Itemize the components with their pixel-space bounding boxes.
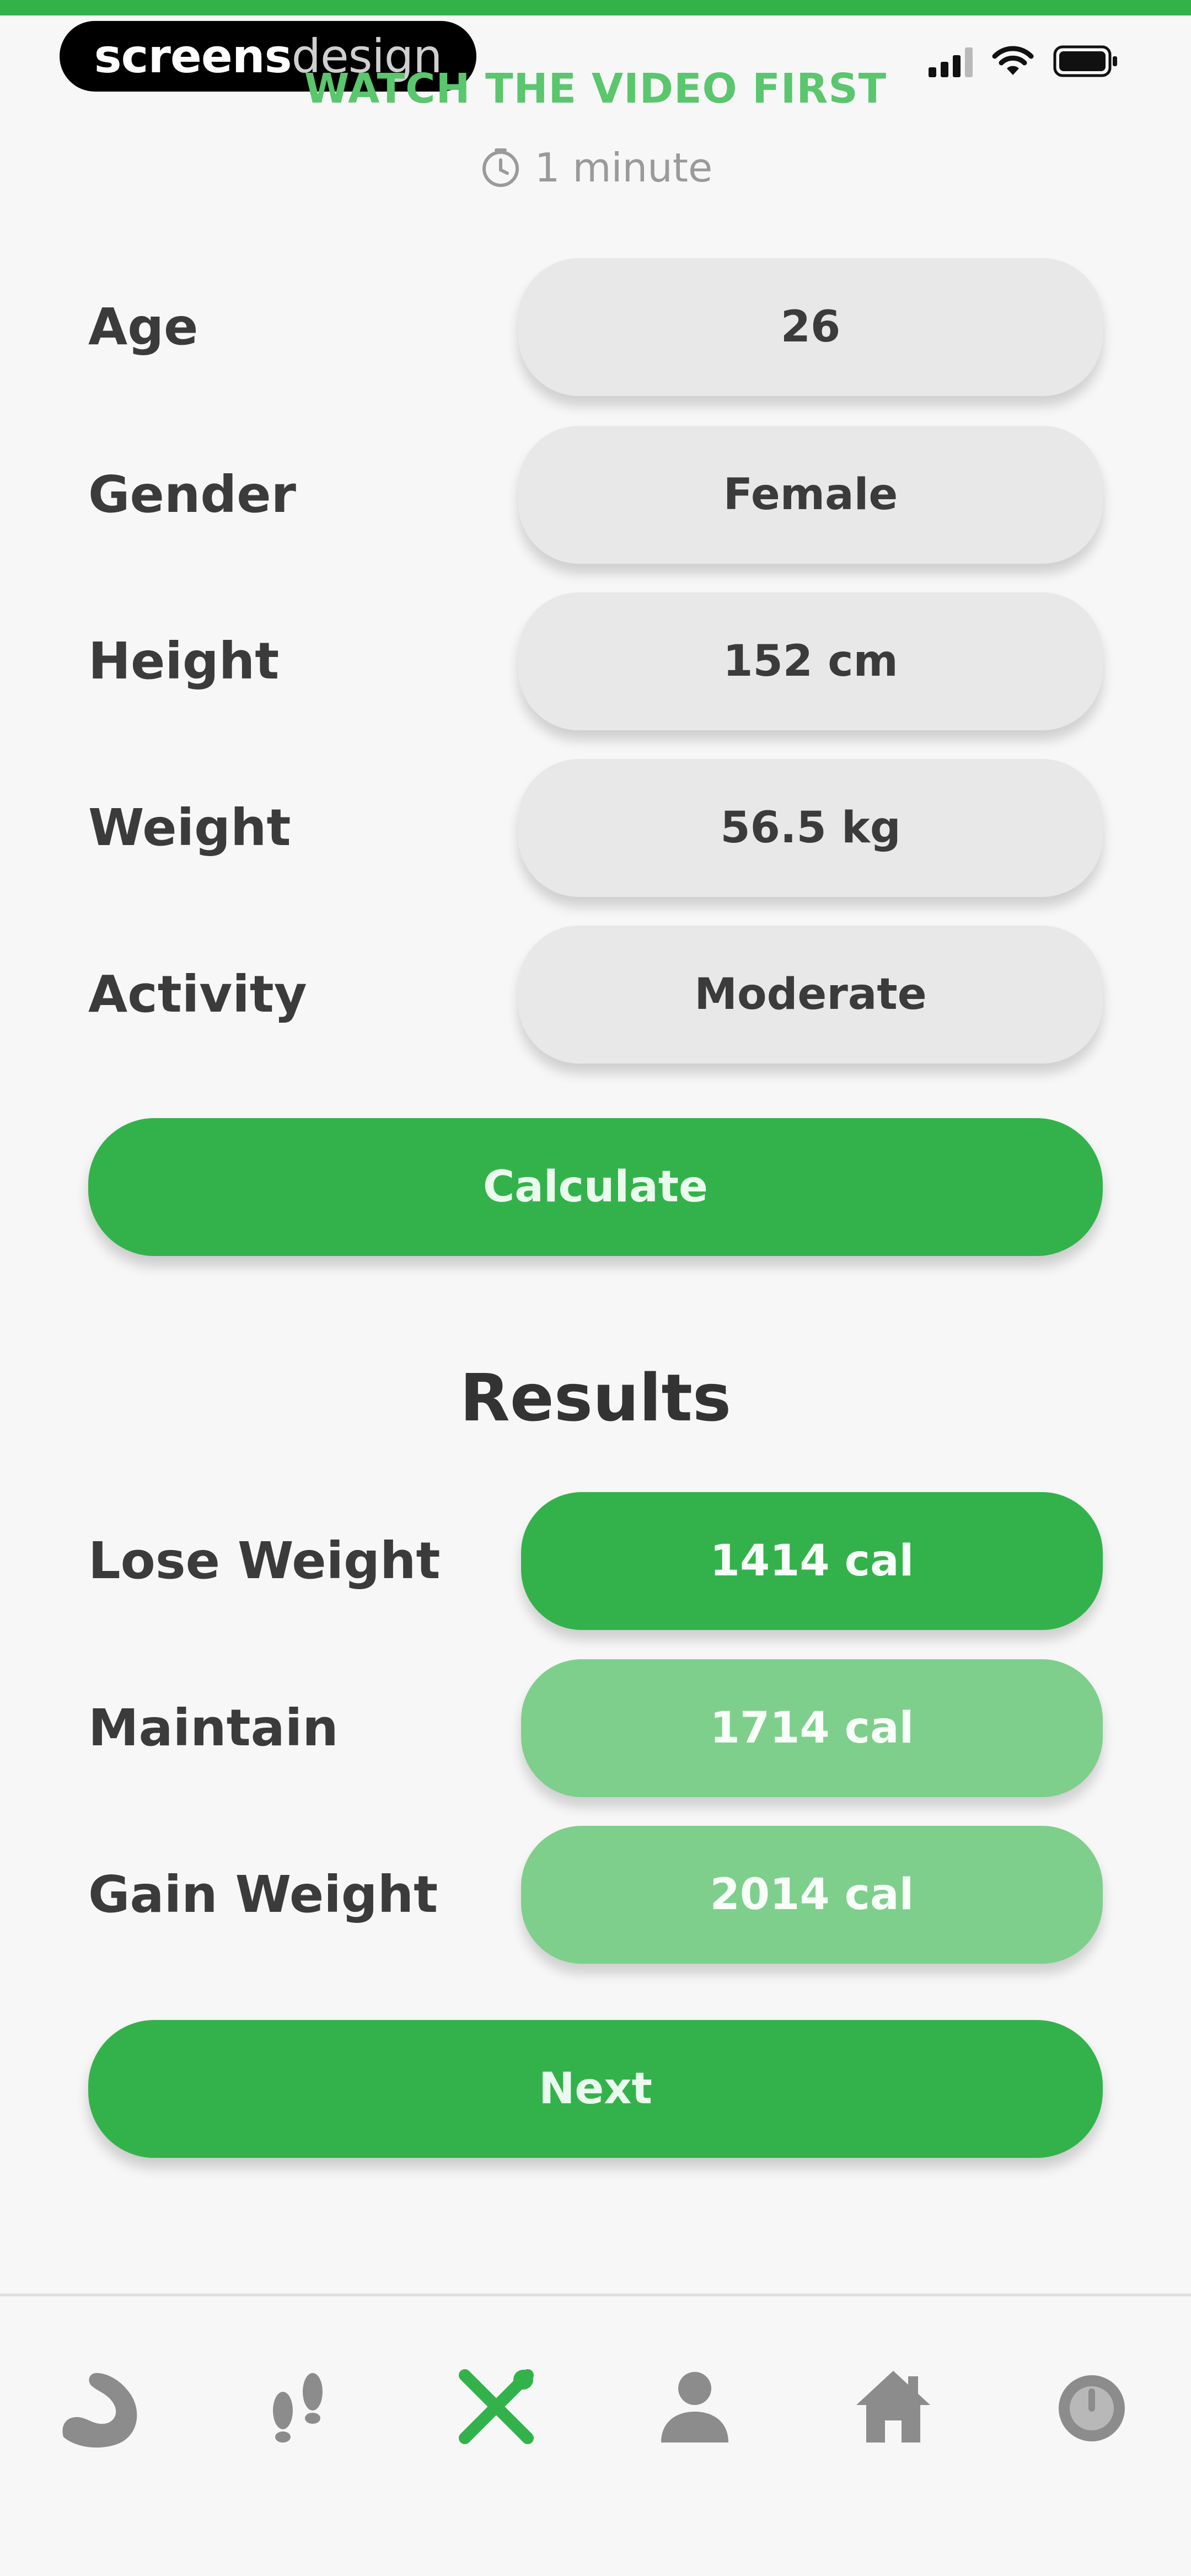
gender-row: Gender Female: [88, 426, 1103, 564]
results-title: Results: [459, 1360, 732, 1436]
nav-timer[interactable]: [1042, 2357, 1141, 2456]
height-row: Height 152 cm: [88, 592, 1103, 730]
lose-weight-result[interactable]: 1414 cal: [521, 1492, 1103, 1630]
weight-field[interactable]: 56.5 kg: [518, 759, 1103, 897]
weight-label: Weight: [88, 798, 291, 857]
watch-video-link[interactable]: WATCH THE VIDEO FIRST: [0, 65, 1191, 113]
gender-label: Gender: [88, 465, 297, 524]
activity-label: Activity: [88, 965, 307, 1024]
duration-info: 1 minute: [0, 145, 1191, 191]
age-label: Age: [88, 297, 198, 356]
person-icon: [661, 2372, 728, 2443]
nav-profile[interactable]: [645, 2357, 744, 2456]
nav-bicep[interactable]: [50, 2357, 149, 2456]
bicep-icon: [62, 2373, 137, 2448]
height-field[interactable]: 152 cm: [518, 592, 1103, 730]
maintain-label: Maintain: [88, 1698, 339, 1757]
activity-field[interactable]: Moderate: [518, 926, 1103, 1063]
app-screen: screensdesign WATCH THE VIDEO FIRST 1 mi…: [0, 0, 1191, 2576]
activity-row: Activity Moderate: [88, 926, 1103, 1063]
gain-weight-row: Gain Weight 2014 cal: [88, 1826, 1103, 1964]
top-accent-bar: [0, 0, 1191, 15]
fork-knife-icon: [459, 2369, 534, 2444]
maintain-row: Maintain 1714 cal: [88, 1659, 1103, 1797]
next-button[interactable]: Next: [88, 2020, 1103, 2158]
nav-nutrition[interactable]: [447, 2357, 546, 2456]
calculate-button[interactable]: Calculate: [88, 1118, 1103, 1256]
nav-footprints[interactable]: [248, 2357, 347, 2456]
duration-text: 1 minute: [534, 145, 713, 191]
timer-icon: [1059, 2375, 1125, 2441]
footprints-icon: [273, 2373, 323, 2443]
age-field[interactable]: 26: [518, 258, 1103, 396]
clock-icon: [482, 148, 519, 187]
lose-weight-row: Lose Weight 1414 cal: [88, 1492, 1103, 1630]
gain-weight-label: Gain Weight: [88, 1865, 438, 1924]
gender-field[interactable]: Female: [518, 426, 1103, 564]
maintain-result[interactable]: 1714 cal: [521, 1659, 1103, 1797]
weight-row: Weight 56.5 kg: [88, 759, 1103, 897]
gain-weight-result[interactable]: 2014 cal: [521, 1826, 1103, 1964]
lose-weight-label: Lose Weight: [88, 1531, 441, 1590]
age-row: Age 26: [88, 258, 1103, 396]
home-icon: [856, 2371, 930, 2443]
nav-home[interactable]: [844, 2357, 943, 2456]
bottom-nav: [0, 2294, 1191, 2576]
height-label: Height: [88, 632, 280, 691]
